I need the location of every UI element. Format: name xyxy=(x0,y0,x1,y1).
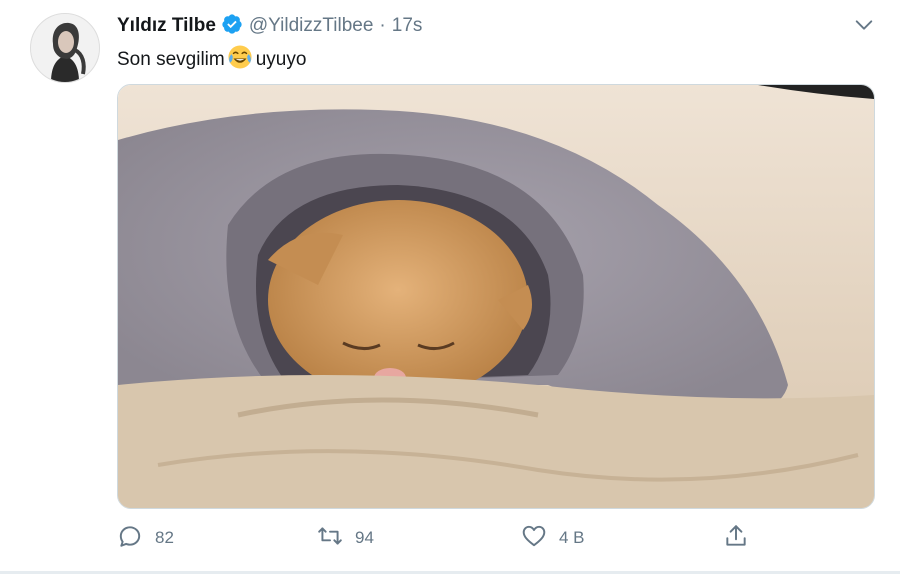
reply-button[interactable]: 82 xyxy=(117,522,174,554)
chevron-down-icon[interactable] xyxy=(853,14,875,36)
tweet-text-part-1: Son sevgilim xyxy=(117,49,225,70)
like-count: 4 B xyxy=(559,528,585,547)
tweet-photo[interactable] xyxy=(117,84,875,509)
display-name[interactable]: Yıldız Tilbe xyxy=(117,15,216,37)
tweet-actions: 82 94 4 B xyxy=(117,522,757,554)
retweet-button[interactable]: 94 xyxy=(317,522,374,554)
share-button[interactable] xyxy=(723,522,761,554)
face-with-tears-of-joy-emoji xyxy=(225,44,256,76)
reply-icon xyxy=(117,523,155,554)
user-handle[interactable]: @YildizzTilbee xyxy=(249,15,374,37)
header-separator: · xyxy=(379,15,386,36)
retweet-count: 94 xyxy=(355,528,374,547)
verified-badge-icon xyxy=(216,13,243,40)
tweet-text: Son sevgilim uyuyo xyxy=(117,44,306,76)
avatar-photo xyxy=(31,14,99,82)
avatar[interactable] xyxy=(30,13,100,83)
sleeping-kitten-photo xyxy=(118,85,874,508)
share-icon xyxy=(723,523,761,554)
tweet-timestamp[interactable]: 17s xyxy=(392,15,423,37)
retweet-icon xyxy=(317,523,355,554)
tweet-card[interactable]: Yıldız Tilbe @YildizzTilbee · 17s Son se… xyxy=(0,0,900,574)
tweet-text-part-2: uyuyo xyxy=(255,49,307,70)
like-button[interactable]: 4 B xyxy=(521,522,585,554)
reply-count: 82 xyxy=(155,528,174,547)
heart-icon xyxy=(521,523,559,554)
tweet-header: Yıldız Tilbe @YildizzTilbee · 17s xyxy=(117,12,422,40)
